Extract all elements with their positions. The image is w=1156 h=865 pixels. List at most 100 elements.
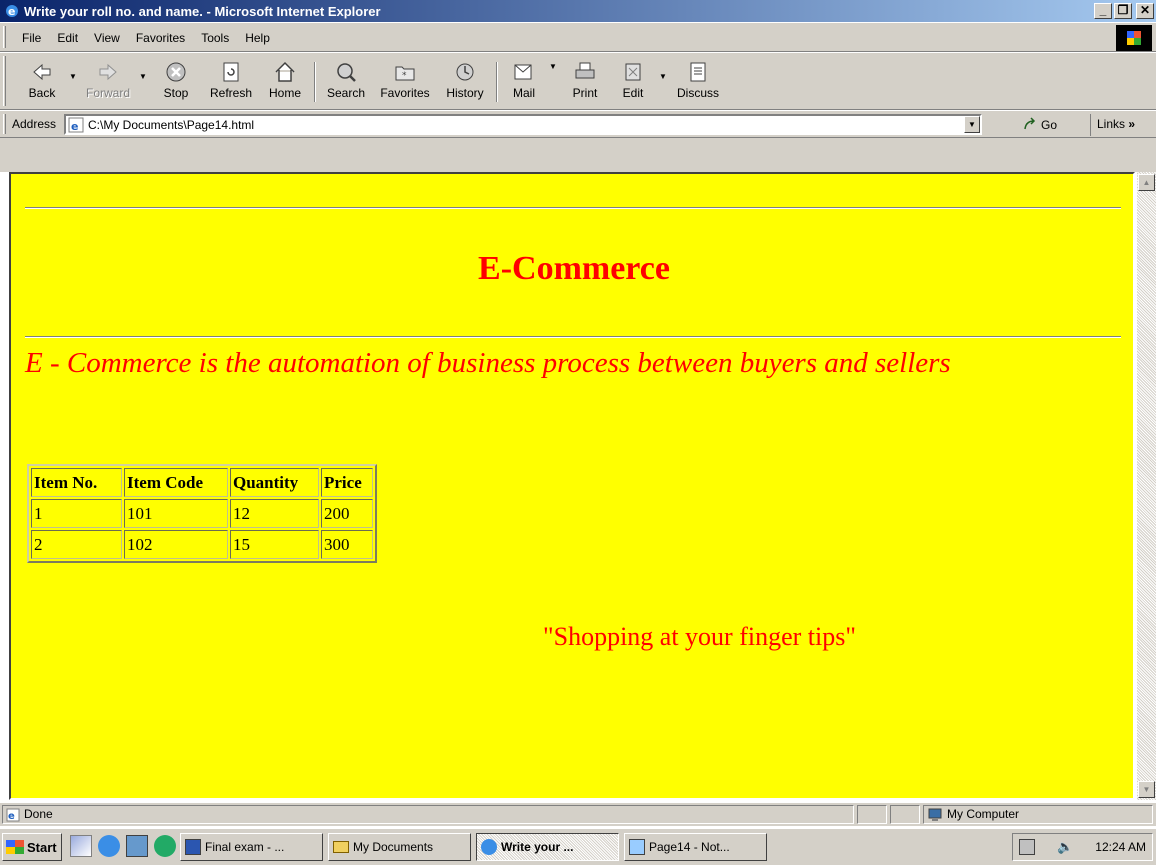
- edit-button[interactable]: Edit: [610, 56, 656, 108]
- svg-text:e: e: [71, 120, 78, 133]
- page-heading: E-Commerce: [478, 250, 670, 287]
- svg-text:e: e: [8, 811, 15, 822]
- home-button[interactable]: Home: [260, 56, 310, 108]
- restore-button[interactable]: ❐: [1114, 3, 1132, 19]
- stop-button[interactable]: Stop: [150, 56, 202, 108]
- cell-quantity: 15: [230, 530, 319, 559]
- go-arrow-icon: [1024, 117, 1036, 130]
- network-icon[interactable]: [1019, 839, 1035, 855]
- links-button[interactable]: Links »: [1090, 114, 1135, 136]
- done-page-icon: e: [6, 808, 20, 822]
- ie-task-icon: [481, 839, 497, 855]
- search-icon: [337, 63, 356, 82]
- menu-view[interactable]: View: [86, 29, 128, 47]
- windows-flag-icon: [6, 840, 24, 854]
- volume-icon[interactable]: 🔈: [1057, 839, 1073, 855]
- back-dropdown-icon[interactable]: ▼: [66, 72, 80, 108]
- horizontal-rule-top: [25, 207, 1121, 209]
- word-document-icon: [185, 839, 201, 855]
- menu-help[interactable]: Help: [237, 29, 278, 47]
- favorites-folder-icon: *: [395, 66, 415, 81]
- status-bar: e Done My Computer: [0, 802, 1156, 826]
- search-button[interactable]: Search: [320, 56, 372, 108]
- address-url: C:\My Documents\Page14.html: [88, 117, 255, 132]
- clock[interactable]: 12:24 AM: [1095, 840, 1146, 854]
- refresh-icon: [223, 62, 239, 82]
- go-button[interactable]: Go: [1022, 117, 1057, 133]
- my-computer-icon: [928, 808, 942, 821]
- cell-quantity: 12: [230, 499, 319, 528]
- taskbar: Start Final exam - ... My Documents Writ…: [0, 828, 1156, 865]
- menu-file[interactable]: File: [14, 29, 49, 47]
- task-my-documents[interactable]: My Documents: [328, 833, 471, 861]
- forward-button[interactable]: Forward: [80, 56, 136, 108]
- items-table: Item No. Item Code Quantity Price 1 101 …: [27, 464, 377, 563]
- forward-dropdown-icon[interactable]: ▼: [136, 72, 150, 108]
- vertical-scrollbar[interactable]: ▲ ▼: [1137, 172, 1156, 800]
- mail-dropdown-icon[interactable]: ▼: [546, 62, 560, 108]
- notepad-icon: [629, 839, 645, 855]
- cell-price: 200: [321, 499, 373, 528]
- scroll-up-icon[interactable]: ▲: [1138, 174, 1155, 191]
- task-final-exam[interactable]: Final exam - ...: [180, 833, 323, 861]
- address-label: Address: [12, 117, 57, 131]
- task-write-your[interactable]: Write your ...: [476, 833, 619, 861]
- table-row: 1 101 12 200: [31, 499, 373, 528]
- menu-favorites[interactable]: Favorites: [128, 29, 193, 47]
- home-icon: [275, 61, 295, 82]
- menu-tools[interactable]: Tools: [193, 29, 237, 47]
- cell-item-no: 2: [31, 530, 122, 559]
- print-icon: [575, 62, 595, 79]
- cell-item-code: 102: [124, 530, 228, 559]
- close-button[interactable]: ✕: [1136, 3, 1154, 19]
- window-title-bar[interactable]: e Write your roll no. and name. - Micros…: [0, 0, 1156, 22]
- table-header-row: Item No. Item Code Quantity Price: [31, 468, 373, 497]
- header-quantity: Quantity: [230, 468, 319, 497]
- table-row: 2 102 15 300: [31, 530, 373, 559]
- cell-item-code: 101: [124, 499, 228, 528]
- back-button[interactable]: Back: [18, 56, 66, 108]
- intro-paragraph: E - Commerce is the automation of busine…: [25, 347, 951, 379]
- print-button[interactable]: Print: [560, 56, 610, 108]
- menu-edit[interactable]: Edit: [49, 29, 86, 47]
- browser-chrome: File Edit View Favorites Tools Help Back…: [0, 22, 1156, 172]
- discuss-button[interactable]: Discuss: [670, 56, 726, 108]
- cell-item-no: 1: [31, 499, 122, 528]
- page-icon: e: [68, 117, 84, 133]
- stop-icon: [166, 62, 186, 82]
- address-dropdown-icon[interactable]: ▼: [964, 116, 980, 133]
- show-desktop-icon[interactable]: [126, 835, 148, 857]
- media-player-icon[interactable]: [154, 835, 176, 857]
- favorites-button[interactable]: * Favorites: [372, 56, 438, 108]
- tagline: "Shopping at your finger tips": [543, 622, 856, 651]
- outlook-express-icon[interactable]: [70, 835, 92, 857]
- status-text: e Done: [2, 805, 854, 824]
- menu-bar: File Edit View Favorites Tools Help: [0, 22, 1156, 52]
- cell-price: 300: [321, 530, 373, 559]
- address-input[interactable]: e C:\My Documents\Page14.html ▼: [64, 114, 982, 135]
- edit-dropdown-icon[interactable]: ▼: [656, 72, 670, 108]
- refresh-button[interactable]: Refresh: [202, 56, 260, 108]
- back-arrow-icon: [33, 63, 51, 81]
- mail-button[interactable]: Mail: [502, 56, 546, 108]
- internet-explorer-icon[interactable]: [98, 835, 120, 857]
- scroll-down-icon[interactable]: ▼: [1138, 781, 1155, 798]
- header-price: Price: [321, 468, 373, 497]
- windows-logo-icon: [1116, 25, 1152, 51]
- discuss-icon: [690, 62, 706, 82]
- page-content: E-Commerce E - Commerce is the automatio…: [9, 172, 1135, 800]
- standard-toolbar: Back ▼ Forward ▼ Stop Refresh Home Searc…: [0, 52, 1156, 110]
- header-item-code: Item Code: [124, 468, 228, 497]
- status-panel-2: [890, 805, 920, 824]
- status-panel-1: [857, 805, 887, 824]
- minimize-button[interactable]: _: [1094, 3, 1112, 19]
- address-bar: Address e C:\My Documents\Page14.html ▼ …: [0, 110, 1156, 138]
- edit-icon: [625, 63, 641, 81]
- start-button[interactable]: Start: [2, 833, 62, 861]
- window-title: Write your roll no. and name. - Microsof…: [24, 3, 381, 19]
- task-page14-notepad[interactable]: Page14 - Not...: [624, 833, 767, 861]
- history-button[interactable]: History: [438, 56, 492, 108]
- svg-text:e: e: [8, 5, 15, 18]
- mail-icon: [514, 64, 532, 80]
- system-tray: 🔈 12:24 AM: [1012, 833, 1153, 861]
